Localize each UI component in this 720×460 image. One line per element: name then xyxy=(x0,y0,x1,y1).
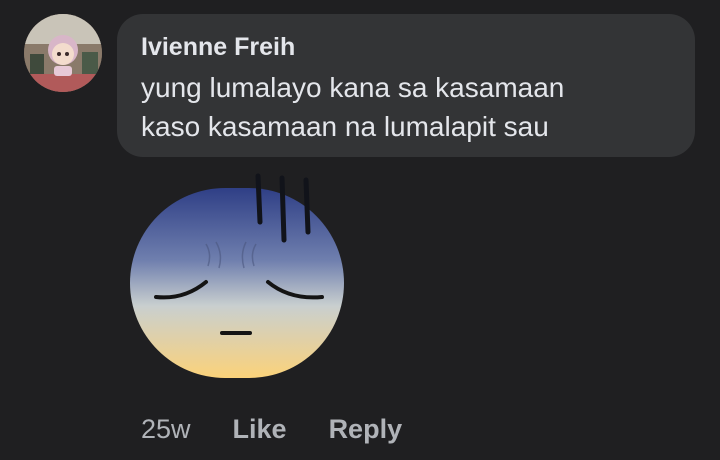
avatar[interactable] xyxy=(24,14,102,92)
comment-text-line-2: kaso kasamaan na lumalapit sau xyxy=(141,111,549,142)
reply-button[interactable]: Reply xyxy=(329,414,403,445)
comment-author[interactable]: Ivienne Freih xyxy=(141,32,671,62)
pensive-face-sticker xyxy=(126,172,348,384)
comment-timestamp[interactable]: 25w xyxy=(141,414,191,445)
comment-bubble: Ivienne Freih yung lumalayo kana sa kasa… xyxy=(117,14,695,157)
comment-text-line-1: yung lumalayo kana sa kasamaan xyxy=(141,72,565,103)
comment-actions: 25w Like Reply xyxy=(141,414,444,445)
like-button[interactable]: Like xyxy=(233,414,287,445)
comment-item: Ivienne Freih yung lumalayo kana sa kasa… xyxy=(0,0,720,460)
